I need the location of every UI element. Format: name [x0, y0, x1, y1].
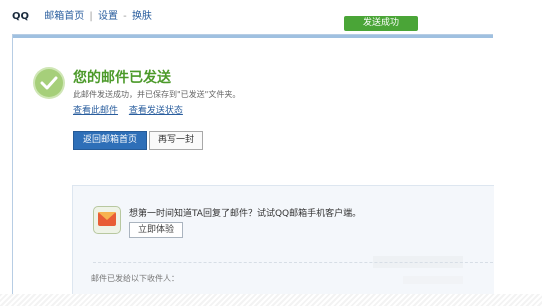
view-mail-link[interactable]: 查看此邮件: [73, 106, 118, 116]
status-links: 查看此邮件 查看发送状态: [73, 103, 191, 116]
write-another-button[interactable]: 再写一封: [149, 131, 203, 150]
status-description: 此邮件发送成功，并已保存到"已发送"文件夹。: [73, 90, 241, 99]
mobile-client-promo: 想第一时间知道TA回复了邮件？试试QQ邮箱手机客户端。 立即体验 邮件已发给以下…: [72, 185, 494, 297]
top-bar: QQ 邮箱首页 | 设置 - 换肤 发送成功: [0, 0, 542, 31]
page-title: 您的邮件已发送: [73, 70, 171, 86]
back-to-inbox-button[interactable]: 返回邮箱首页: [73, 131, 147, 150]
view-send-status-link[interactable]: 查看发送状态: [129, 106, 183, 116]
brand-logo: QQ: [12, 11, 30, 22]
nav-home-link[interactable]: 邮箱首页: [44, 11, 84, 22]
send-result-card: 您的邮件已发送 此邮件发送成功，并已保存到"已发送"文件夹。 查看此邮件 查看发…: [12, 34, 494, 297]
nav-settings-link[interactable]: 设置: [98, 11, 118, 22]
nav-skin-link[interactable]: 换肤: [132, 11, 152, 22]
promo-text: 想第一时间知道TA回复了邮件？试试QQ邮箱手机客户端。: [129, 209, 362, 219]
nav-separator: -: [123, 11, 127, 22]
top-nav: QQ 邮箱首页 | 设置 - 换肤: [12, 7, 152, 22]
bottom-hatch-pattern: [0, 294, 542, 306]
success-check-icon: [35, 69, 63, 97]
try-now-button[interactable]: 立即体验: [129, 222, 183, 238]
send-success-toast: 发送成功: [344, 16, 418, 31]
divider: [93, 262, 493, 263]
recipients-label: 邮件已发给以下收件人：: [91, 274, 179, 283]
mail-app-icon: [93, 206, 121, 234]
nav-separator: |: [89, 11, 93, 22]
blurred-region: [403, 276, 463, 284]
